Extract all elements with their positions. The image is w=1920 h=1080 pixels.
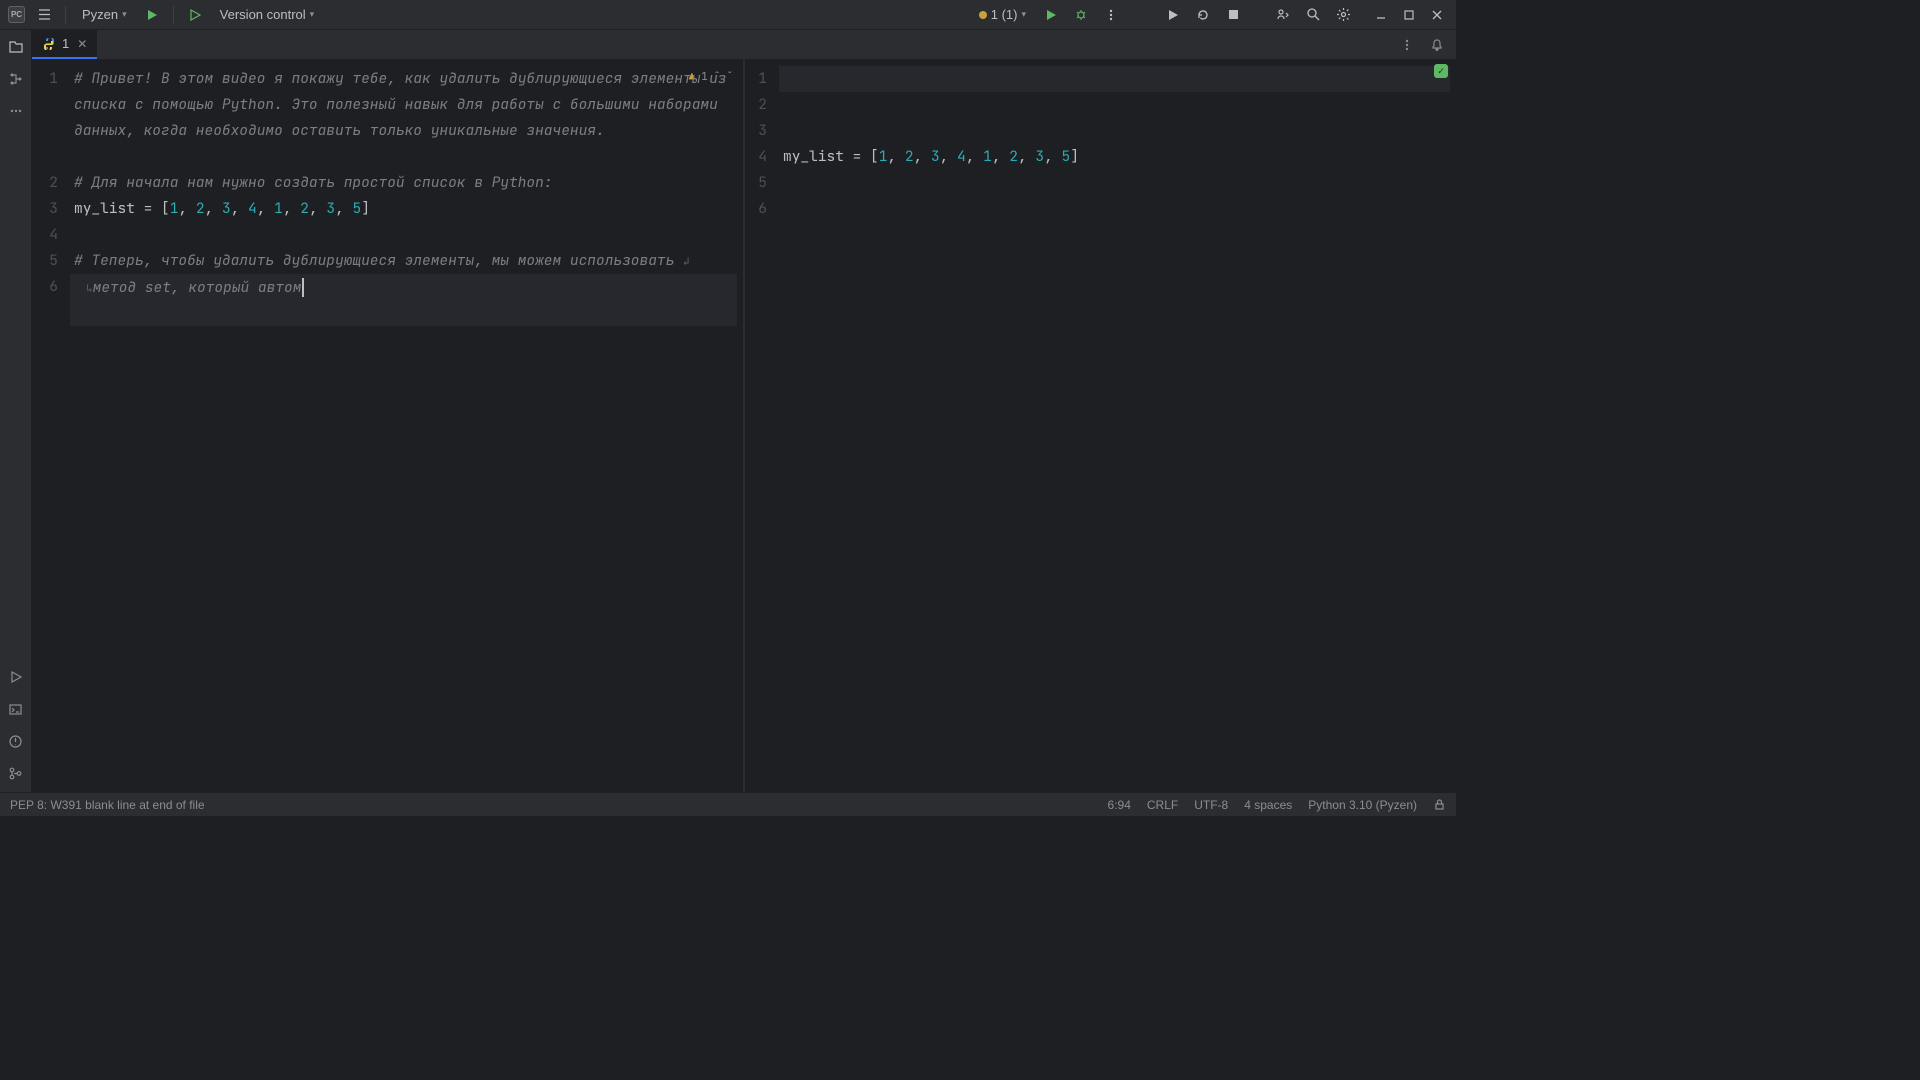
run-tool-icon[interactable] bbox=[5, 666, 27, 688]
editor-zone: 1 ✕ 1 2 3 4 5 bbox=[32, 30, 1456, 792]
gutter-left: 1 2 3 4 5 6 bbox=[32, 60, 70, 792]
python-file-icon bbox=[42, 37, 56, 51]
editor-pane-right[interactable]: 1 2 3 4 5 6 my_list = [1, 2, 3, 4, 1, 2,… bbox=[743, 60, 1456, 792]
app-icon: PC bbox=[8, 6, 25, 23]
run-stats-widget[interactable]: 1 (1) ▾ bbox=[973, 5, 1032, 24]
main-area: 1 ✕ 1 2 3 4 5 bbox=[0, 30, 1456, 792]
statusbar: PEP 8: W391 blank line at end of file 6:… bbox=[0, 792, 1456, 816]
problems-icon[interactable] bbox=[5, 730, 27, 752]
status-interpreter[interactable]: Python 3.10 (Pyzen) bbox=[1308, 798, 1417, 812]
rerun-icon[interactable] bbox=[1192, 4, 1214, 26]
notifications-icon[interactable] bbox=[1426, 34, 1448, 56]
vcs-tool-icon[interactable] bbox=[5, 762, 27, 784]
code-line: my_list = [1, 2, 3, 4, 1, 2, 3, 5] bbox=[783, 144, 1448, 170]
play-icon[interactable] bbox=[1162, 4, 1184, 26]
minimize-icon[interactable] bbox=[1370, 4, 1392, 26]
titlebar: PC Pyzen ▾ Version control ▾ 1 (1) ▾ bbox=[0, 0, 1456, 30]
run-button-2[interactable] bbox=[1040, 4, 1062, 26]
code-line: my_list = [1, 2, 3, 4, 1, 2, 3, 5] bbox=[74, 196, 735, 222]
tab-label: 1 bbox=[62, 36, 69, 51]
bug-icon[interactable] bbox=[1070, 4, 1092, 26]
status-dot-icon bbox=[979, 11, 987, 19]
status-indent[interactable]: 4 spaces bbox=[1244, 798, 1292, 812]
search-icon[interactable] bbox=[1302, 4, 1324, 26]
code-right[interactable]: my_list = [1, 2, 3, 4, 1, 2, 3, 5] ✓ bbox=[779, 60, 1456, 792]
status-line-ending[interactable]: CRLF bbox=[1147, 798, 1178, 812]
code-line: метод set, который автом bbox=[93, 278, 302, 297]
tabbar: 1 ✕ bbox=[32, 30, 1456, 60]
code-left[interactable]: # Привет! В этом видео я покажу тебе, ка… bbox=[70, 60, 743, 792]
debug-button[interactable] bbox=[184, 4, 206, 26]
chevron-down-icon: ▾ bbox=[310, 9, 315, 20]
editor-split: 1 2 3 4 5 6 # Привет! В этом видео я пок… bbox=[32, 60, 1456, 792]
tab-close-icon[interactable]: ✕ bbox=[75, 37, 89, 51]
version-control-label: Version control bbox=[220, 7, 306, 22]
status-caret-pos[interactable]: 6:94 bbox=[1108, 798, 1131, 812]
code-line: # Привет! В этом видео я покажу тебе, ка… bbox=[74, 69, 735, 140]
settings-icon[interactable] bbox=[1332, 4, 1354, 26]
editor-pane-left[interactable]: 1 2 3 4 5 6 # Привет! В этом видео я пок… bbox=[32, 60, 743, 792]
wrap-arrow-icon: ↳ bbox=[86, 282, 93, 296]
run-config-label: Pyzen bbox=[82, 7, 118, 22]
run-button[interactable] bbox=[141, 4, 163, 26]
wrap-arrow-icon: ↲ bbox=[683, 255, 690, 269]
tab-more-icon[interactable] bbox=[1396, 34, 1418, 56]
more-tools-icon[interactable] bbox=[5, 100, 27, 122]
gutter-right: 1 2 3 4 5 6 bbox=[745, 60, 779, 792]
text-caret bbox=[302, 278, 304, 297]
version-control-widget[interactable]: Version control ▾ bbox=[214, 5, 321, 24]
maximize-icon[interactable] bbox=[1398, 4, 1420, 26]
more-icon[interactable] bbox=[1100, 4, 1122, 26]
tab-file-1[interactable]: 1 ✕ bbox=[32, 30, 97, 59]
status-encoding[interactable]: UTF-8 bbox=[1194, 798, 1228, 812]
status-lock-icon[interactable] bbox=[1433, 798, 1446, 811]
structure-icon[interactable] bbox=[5, 68, 27, 90]
run-stats-label: 1 (1) bbox=[991, 7, 1018, 22]
code-line: # Для начала нам нужно создать простой с… bbox=[74, 173, 553, 192]
chevron-down-icon: ▾ bbox=[1021, 9, 1026, 20]
code-line: # Теперь, чтобы удалить дублирующиеся эл… bbox=[74, 251, 683, 270]
chevron-down-icon: ▾ bbox=[122, 9, 127, 20]
main-menu-icon[interactable] bbox=[33, 4, 55, 26]
tool-rail-left bbox=[0, 30, 32, 792]
stop-icon[interactable] bbox=[1222, 4, 1244, 26]
run-config-selector[interactable]: Pyzen ▾ bbox=[76, 5, 133, 24]
project-icon[interactable] bbox=[5, 36, 27, 58]
code-with-me-icon[interactable] bbox=[1272, 4, 1294, 26]
terminal-icon[interactable] bbox=[5, 698, 27, 720]
status-hint[interactable]: PEP 8: W391 blank line at end of file bbox=[10, 798, 205, 812]
close-icon[interactable] bbox=[1426, 4, 1448, 26]
